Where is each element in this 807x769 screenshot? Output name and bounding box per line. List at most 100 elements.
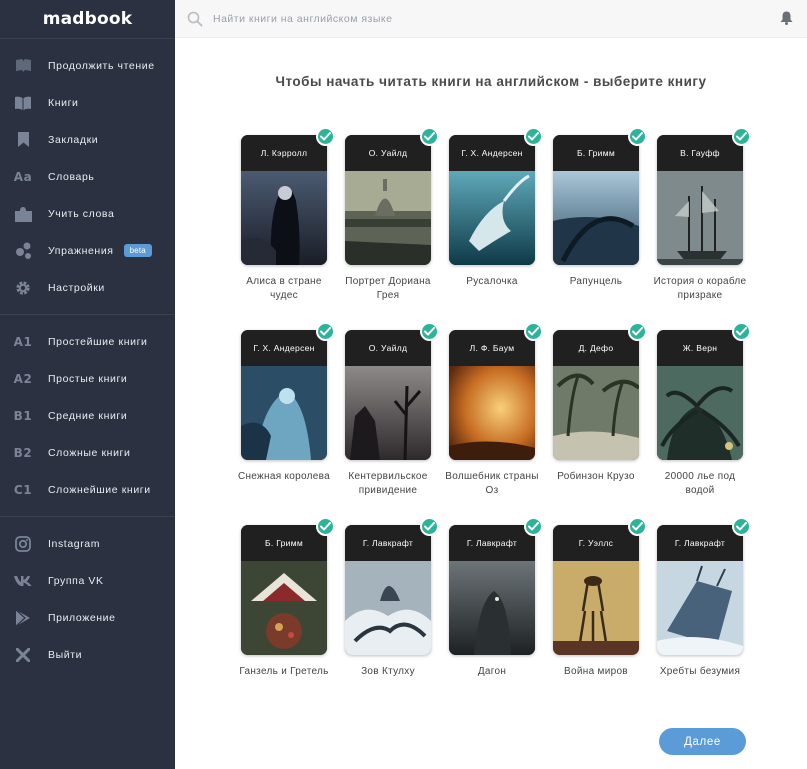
book-cover[interactable]: Г. Лавкрафт — [449, 525, 535, 655]
book-title: Война миров — [564, 666, 628, 677]
sidebar-item-logout[interactable]: Выйти — [0, 636, 175, 673]
sidebar-item-dictionary[interactable]: Aa Словарь — [0, 158, 175, 195]
dictionary-icon: Aa — [13, 169, 33, 184]
levels-nav: A1 Простейшие книги A2 Простые книги B1 … — [0, 315, 175, 516]
level-a2-badge: A2 — [13, 371, 33, 386]
book-card[interactable]: В. Гауфф История о корабле призраке — [654, 127, 751, 303]
book-cover[interactable]: Л. Кэрролл — [241, 135, 327, 265]
selected-check-icon[interactable] — [316, 517, 335, 536]
sidebar-item-label: Выйти — [48, 648, 83, 661]
main-nav: Продолжить чтение Книги Закладки Aa Слов… — [0, 39, 175, 314]
level-b1-badge: B1 — [13, 408, 33, 423]
sidebar-item-level-a1[interactable]: A1 Простейшие книги — [0, 323, 175, 360]
book-author: Г. Х. Андерсен — [449, 135, 535, 171]
selected-check-icon[interactable] — [420, 517, 439, 536]
book-author: О. Уайлд — [345, 330, 431, 366]
book-card[interactable]: Г. Х. Андерсен Снежная королева — [238, 322, 335, 484]
book-title: История о корабле призраке — [653, 276, 747, 301]
close-icon — [14, 646, 32, 664]
book-cover[interactable]: Г. Лавкрафт — [345, 525, 431, 655]
book-card[interactable]: О. Уайлд Портрет Дориана Грея — [345, 127, 439, 303]
sidebar-item-settings[interactable]: Настройки — [0, 269, 175, 306]
sidebar-item-continue-reading[interactable]: Продолжить чтение — [0, 47, 175, 84]
search-input[interactable] — [213, 8, 613, 30]
books-icon — [14, 94, 32, 112]
selected-check-icon[interactable] — [420, 322, 439, 341]
sidebar-item-learn-words[interactable]: Учить слова — [0, 195, 175, 232]
sidebar-item-level-c1[interactable]: C1 Сложнейшие книги — [0, 471, 175, 508]
selected-check-icon[interactable] — [628, 322, 647, 341]
book-author: В. Гауфф — [657, 135, 743, 171]
book-card[interactable]: Г. Х. Андерсен Русалочка — [449, 127, 543, 289]
sidebar-item-books[interactable]: Книги — [0, 84, 175, 121]
selected-check-icon[interactable] — [732, 127, 751, 146]
book-cover[interactable]: В. Гауфф — [657, 135, 743, 265]
book-card[interactable]: Л. Ф. Баум Волшебник страны Оз — [445, 322, 543, 498]
book-title: Дагон — [477, 666, 507, 677]
book-cover[interactable]: Д. Дефо — [553, 330, 639, 460]
selected-check-icon[interactable] — [524, 127, 543, 146]
sidebar-item-level-b1[interactable]: B1 Средние книги — [0, 397, 175, 434]
book-card[interactable]: Г. Уэллс Война миров — [553, 517, 647, 679]
book-card[interactable]: Д. Дефо Робинзон Крузо — [553, 322, 647, 484]
book-author: Б. Гримм — [241, 525, 327, 561]
level-c1-badge: C1 — [13, 482, 33, 497]
search-icon[interactable] — [187, 11, 203, 27]
book-card[interactable]: Г. Лавкрафт Хребты безумия — [657, 517, 751, 679]
sidebar-item-instagram[interactable]: Instagram — [0, 525, 175, 562]
book-cover-image — [345, 561, 431, 655]
book-cover[interactable]: Б. Гримм — [241, 525, 327, 655]
book-cover[interactable]: Ж. Верн — [657, 330, 743, 460]
page-title: Чтобы начать читать книги на английском … — [275, 74, 707, 89]
sidebar-item-label: Средние книги — [48, 409, 128, 422]
sidebar-item-vk[interactable]: Группа VK — [0, 562, 175, 599]
book-card[interactable]: Б. Гримм Рапунцель — [553, 127, 647, 289]
book-title: Снежная королева — [237, 471, 331, 482]
book-cover[interactable]: Л. Ф. Баум — [449, 330, 535, 460]
sidebar-item-label: Книги — [48, 96, 79, 109]
gear-icon — [14, 279, 32, 297]
book-cover-image — [553, 561, 639, 655]
selected-check-icon[interactable] — [316, 322, 335, 341]
selected-check-icon[interactable] — [524, 322, 543, 341]
selected-check-icon[interactable] — [316, 127, 335, 146]
book-card[interactable]: Ж. Верн 20000 лье под водой — [657, 322, 751, 498]
book-cover[interactable]: О. Уайлд — [345, 330, 431, 460]
level-b2-badge: B2 — [13, 445, 33, 460]
book-card[interactable]: О. Уайлд Кентервильское привидение — [345, 322, 439, 498]
selected-check-icon[interactable] — [628, 517, 647, 536]
book-cover[interactable]: Г. Х. Андерсен — [449, 135, 535, 265]
selected-check-icon[interactable] — [732, 517, 751, 536]
book-card[interactable]: Л. Кэрролл Алиса в стране чудес — [241, 127, 335, 303]
sidebar-item-bookmarks[interactable]: Закладки — [0, 121, 175, 158]
book-cover[interactable]: О. Уайлд — [345, 135, 431, 265]
book-cover[interactable]: Г. Х. Андерсен — [241, 330, 327, 460]
selected-check-icon[interactable] — [628, 127, 647, 146]
book-cover-image — [657, 366, 743, 460]
book-card[interactable]: Б. Гримм Ганзель и Гретель — [239, 517, 335, 679]
sidebar-item-exercises[interactable]: Упражнения beta — [0, 232, 175, 269]
next-button[interactable]: Далее — [659, 728, 746, 755]
sidebar-item-level-b2[interactable]: B2 Сложные книги — [0, 434, 175, 471]
book-title: Зов Ктулху — [361, 666, 415, 677]
sidebar-item-level-a2[interactable]: A2 Простые книги — [0, 360, 175, 397]
book-cover[interactable]: Г. Уэллс — [553, 525, 639, 655]
selected-check-icon[interactable] — [732, 322, 751, 341]
selected-check-icon[interactable] — [420, 127, 439, 146]
sidebar-item-label: Настройки — [48, 281, 105, 294]
vk-icon — [14, 572, 32, 590]
book-card[interactable]: Г. Лавкрафт Дагон — [449, 517, 543, 679]
book-card[interactable]: Г. Лавкрафт Зов Ктулху — [345, 517, 439, 679]
book-author: Д. Дефо — [553, 330, 639, 366]
book-cover-image — [449, 366, 535, 460]
book-cover[interactable]: Б. Гримм — [553, 135, 639, 265]
selected-check-icon[interactable] — [524, 517, 543, 536]
sidebar-item-label: Instagram — [48, 537, 101, 550]
book-cover-image — [449, 171, 535, 265]
book-title: Волшебник страны Оз — [445, 471, 539, 496]
book-cover[interactable]: Г. Лавкрафт — [657, 525, 743, 655]
madbook-logo[interactable]: madbook — [0, 0, 175, 38]
sidebar-item-app[interactable]: Приложение — [0, 599, 175, 636]
bell-icon[interactable] — [780, 11, 793, 25]
book-cover-image — [345, 171, 431, 265]
